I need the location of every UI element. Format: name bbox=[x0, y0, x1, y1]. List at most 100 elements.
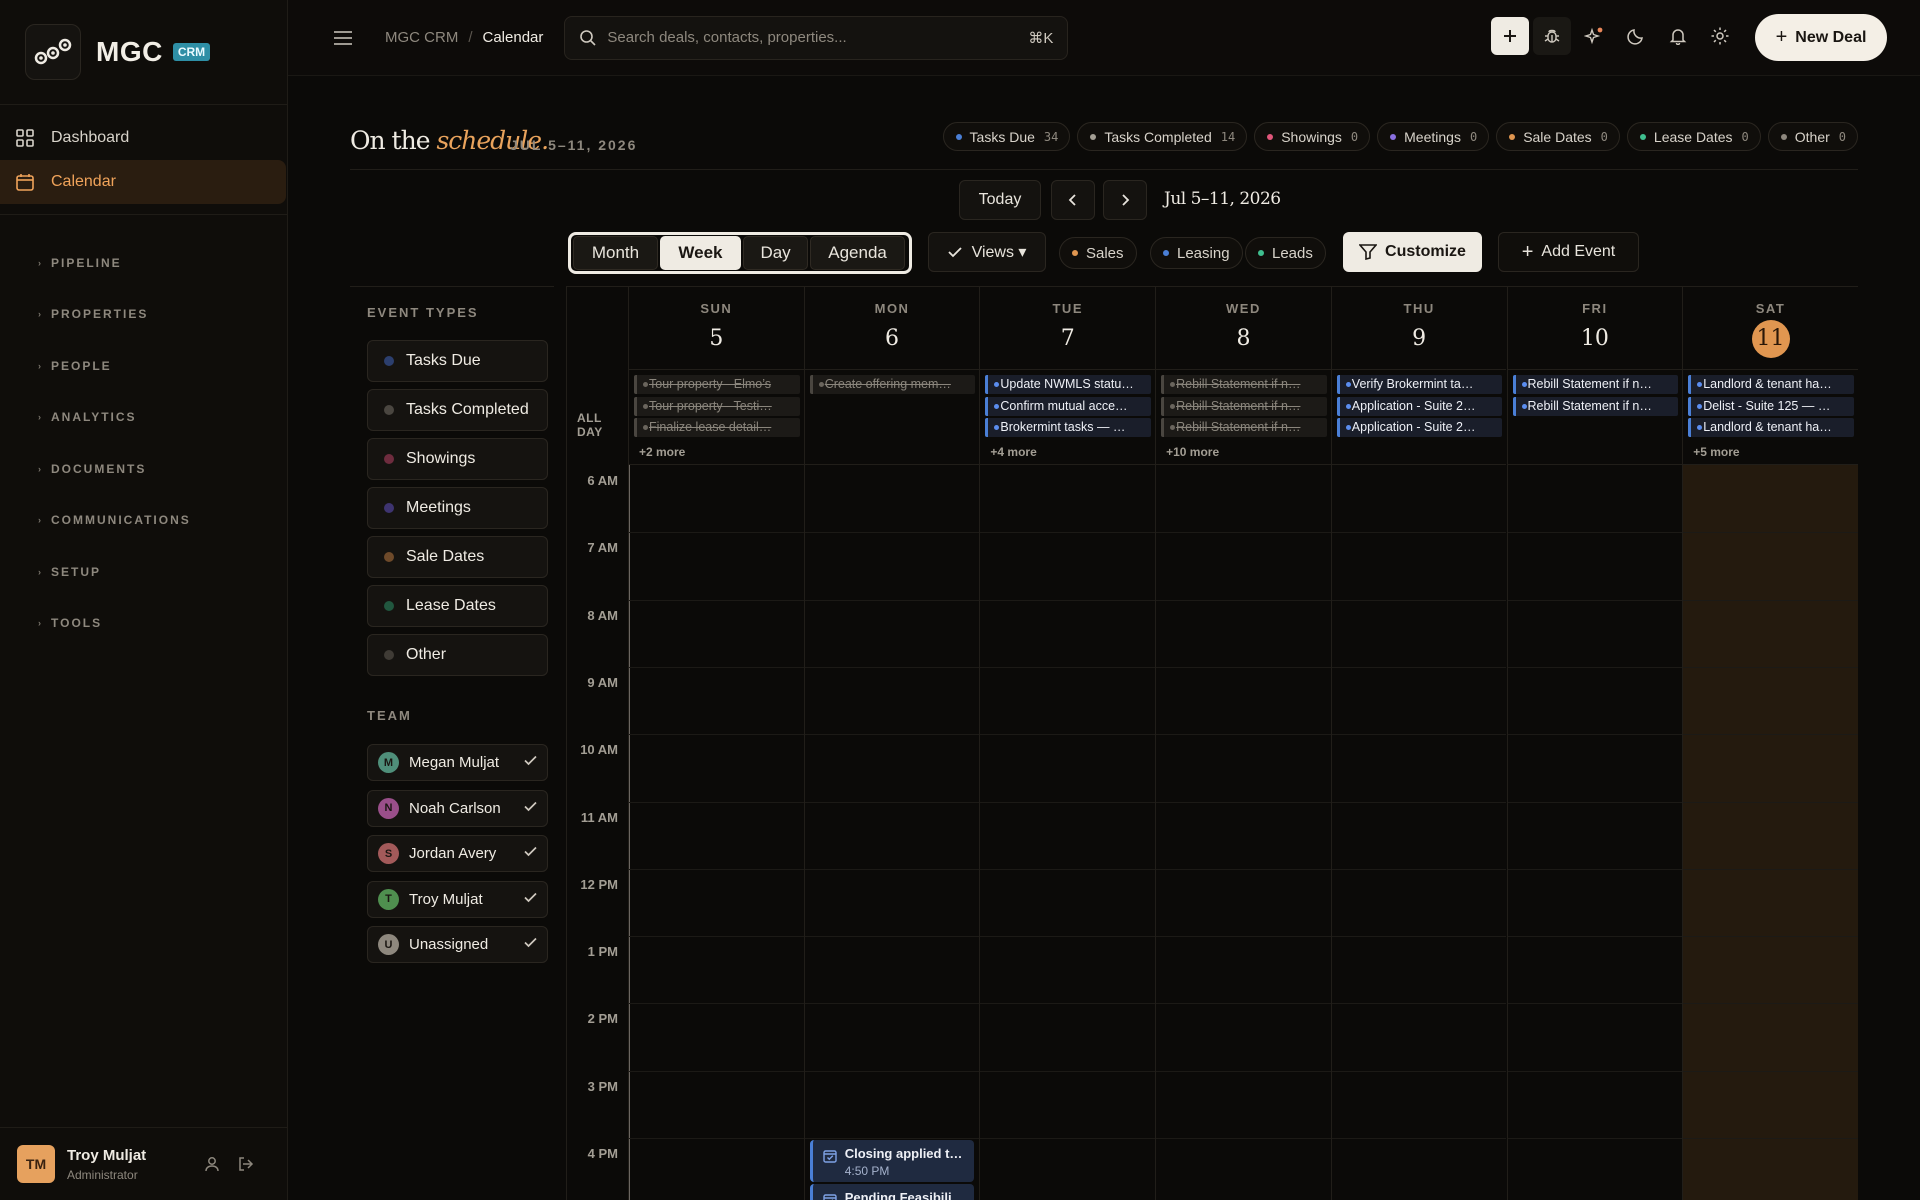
all-day-event[interactable]: Verify Brokermint ta… bbox=[1336, 375, 1503, 394]
day-column-wed[interactable]: WED 8 Rebill Statement if n… Rebill Stateme… bbox=[1155, 287, 1331, 1200]
all-day-event[interactable]: Finalize lease detail… bbox=[634, 418, 800, 437]
event-type-tasks-completed[interactable]: Tasks Completed bbox=[367, 389, 548, 431]
view-agenda-button[interactable]: Agenda bbox=[810, 236, 905, 270]
all-day-event[interactable]: Rebill Statement if n… bbox=[1161, 396, 1327, 416]
notifications-button[interactable] bbox=[1659, 17, 1697, 55]
logout-button[interactable] bbox=[232, 1150, 260, 1178]
all-day-event[interactable]: Landlord & tenant ha… bbox=[1688, 418, 1854, 437]
day-header[interactable]: WED 8 bbox=[1156, 287, 1331, 370]
more-events-link[interactable]: +4 more bbox=[990, 445, 1036, 459]
team-member[interactable]: T Troy Muljat bbox=[367, 880, 548, 918]
all-day-cell[interactable]: Verify Brokermint ta… Application - Suite… bbox=[1331, 370, 1507, 465]
all-day-cell[interactable]: Update NWMLS statu… Confirm mutual acce… B… bbox=[980, 370, 1156, 465]
day-column-mon[interactable]: MON 6 Create offering mem… Closing applied … bbox=[803, 287, 980, 1200]
day-column-sat[interactable]: SAT 11 Landlord & tenant ha… Delist - Suite… bbox=[1682, 287, 1858, 1200]
add-event-button[interactable]: + Add Event bbox=[1498, 232, 1639, 272]
chip-tasks-due[interactable]: Tasks Due 34 bbox=[942, 122, 1071, 151]
profile-button[interactable] bbox=[198, 1150, 226, 1178]
all-day-cell[interactable]: Landlord & tenant ha… Delist - Suite 125 … bbox=[1683, 370, 1858, 465]
all-day-event[interactable]: Application - Suite 2… bbox=[1336, 418, 1503, 437]
all-day-event[interactable]: Rebill Statement if n… bbox=[1512, 375, 1679, 394]
nav-group-properties[interactable]: › PROPERTIES bbox=[0, 289, 287, 341]
chip-lease-dates[interactable]: Lease Dates 0 bbox=[1626, 122, 1761, 151]
timed-event[interactable]: Pending Feasibili… bbox=[809, 1184, 974, 1200]
event-type-meetings[interactable]: Meetings bbox=[367, 487, 548, 529]
all-day-event[interactable]: Create offering mem… bbox=[809, 375, 976, 394]
event-type-showings[interactable]: Showings bbox=[367, 438, 548, 480]
team-member[interactable]: S Jordan Avery bbox=[367, 835, 548, 872]
theme-toggle-button[interactable] bbox=[1617, 17, 1655, 55]
sidebar-item-calendar[interactable]: Calendar bbox=[0, 160, 286, 204]
all-day-cell[interactable]: Tour property - Elmo’s Tour property - Te… bbox=[629, 370, 804, 465]
views-menu-button[interactable]: Views ▾ bbox=[928, 232, 1046, 272]
all-day-event[interactable]: Application - Suite 2… bbox=[1336, 396, 1503, 416]
day-header[interactable]: SAT 11 bbox=[1683, 287, 1858, 370]
nav-group-tools[interactable]: › TOOLS bbox=[0, 598, 287, 650]
avatar[interactable]: TM bbox=[17, 1145, 55, 1183]
team-member[interactable]: M Megan Muljat bbox=[367, 744, 548, 781]
day-header[interactable]: FRI 10 bbox=[1507, 287, 1683, 370]
more-events-link[interactable]: +2 more bbox=[639, 445, 685, 459]
all-day-event[interactable]: Landlord & tenant ha… bbox=[1688, 375, 1854, 394]
menu-button[interactable] bbox=[328, 23, 358, 53]
search-input[interactable]: Search deals, contacts, properties... ⌘K bbox=[564, 15, 1069, 60]
all-day-event[interactable]: Brokermint tasks — … bbox=[985, 418, 1152, 437]
day-column-sun[interactable]: SUN 5 Tour property - Elmo’s Tour property … bbox=[628, 287, 804, 1200]
nav-group-documents[interactable]: › DOCUMENTS bbox=[0, 443, 287, 495]
team-member[interactable]: U Unassigned bbox=[367, 926, 548, 963]
nav-group-pipeline[interactable]: › PIPELINE bbox=[0, 237, 287, 289]
all-day-event[interactable]: Confirm mutual acce… bbox=[985, 396, 1152, 416]
more-events-link[interactable]: +5 more bbox=[1693, 445, 1739, 459]
sidebar-item-dashboard[interactable]: Dashboard bbox=[0, 116, 287, 160]
all-day-event[interactable]: Tour property - Elmo’s bbox=[634, 375, 800, 394]
event-type-sale-dates[interactable]: Sale Dates bbox=[367, 536, 548, 578]
all-day-event[interactable]: Rebill Statement if n… bbox=[1161, 375, 1327, 394]
day-header[interactable]: SUN 5 bbox=[629, 287, 804, 370]
new-deal-button[interactable]: + New Deal bbox=[1755, 14, 1887, 61]
all-day-cell[interactable]: Rebill Statement if n… Rebill Statement i… bbox=[1507, 370, 1683, 465]
nav-group-analytics[interactable]: › ANALYTICS bbox=[0, 392, 287, 444]
chip-other[interactable]: Other 0 bbox=[1767, 122, 1858, 151]
filter-pill-leads[interactable]: Leads bbox=[1245, 237, 1326, 269]
chip-tasks-completed[interactable]: Tasks Completed 14 bbox=[1077, 122, 1248, 151]
day-column-tue[interactable]: TUE 7 Update NWMLS statu… Confirm mutual ac… bbox=[979, 287, 1156, 1200]
debug-button[interactable] bbox=[1533, 17, 1571, 55]
day-column-thu[interactable]: THU 9 Verify Brokermint ta… Application - S… bbox=[1330, 287, 1507, 1200]
all-day-cell[interactable]: Rebill Statement if n… Rebill Statement i… bbox=[1156, 370, 1331, 465]
filter-pill-leasing[interactable]: Leasing bbox=[1150, 237, 1243, 269]
day-column-fri[interactable]: FRI 10 Rebill Statement if n… Rebill Statem… bbox=[1506, 287, 1683, 1200]
previous-week-button[interactable] bbox=[1051, 180, 1095, 220]
team-member[interactable]: N Noah Carlson bbox=[367, 789, 548, 827]
chip-sale-dates[interactable]: Sale Dates 0 bbox=[1496, 122, 1620, 151]
all-day-cell[interactable]: Create offering mem… bbox=[804, 370, 980, 465]
nav-group-communications[interactable]: › COMMUNICATIONS bbox=[0, 495, 287, 547]
event-type-tasks-due[interactable]: Tasks Due bbox=[367, 340, 548, 382]
chip-meetings[interactable]: Meetings 0 bbox=[1377, 122, 1490, 151]
quick-add-button[interactable] bbox=[1491, 17, 1529, 55]
all-day-event[interactable]: Tour property - Testi… bbox=[634, 396, 800, 416]
more-events-link[interactable]: +10 more bbox=[1166, 445, 1219, 459]
day-header[interactable]: THU 9 bbox=[1331, 287, 1507, 370]
event-type-other[interactable]: Other bbox=[367, 634, 548, 676]
today-button[interactable]: Today bbox=[959, 180, 1041, 220]
breadcrumb-root[interactable]: MGC CRM bbox=[385, 29, 458, 46]
day-header[interactable]: MON 6 bbox=[804, 287, 980, 370]
all-day-event[interactable]: Update NWMLS statu… bbox=[985, 375, 1152, 394]
nav-group-people[interactable]: › PEOPLE bbox=[0, 340, 287, 392]
all-day-event[interactable]: Delist - Suite 125 — … bbox=[1688, 396, 1854, 416]
nav-group-setup[interactable]: › SETUP bbox=[0, 546, 287, 598]
customize-button[interactable]: Customize bbox=[1343, 232, 1482, 272]
ai-assistant-button[interactable] bbox=[1575, 17, 1613, 55]
view-week-button[interactable]: Week bbox=[659, 236, 741, 270]
event-type-lease-dates[interactable]: Lease Dates bbox=[367, 585, 548, 627]
filter-pill-sales[interactable]: Sales bbox=[1059, 237, 1137, 269]
view-month-button[interactable]: Month bbox=[573, 236, 658, 270]
timed-event[interactable]: Closing applied t… 4:50 PM bbox=[809, 1140, 974, 1182]
all-day-event[interactable]: Rebill Statement if n… bbox=[1161, 418, 1327, 437]
chip-showings[interactable]: Showings 0 bbox=[1254, 122, 1371, 151]
day-header[interactable]: TUE 7 bbox=[980, 287, 1156, 370]
settings-button[interactable] bbox=[1701, 17, 1739, 55]
next-week-button[interactable] bbox=[1103, 180, 1147, 220]
all-day-event[interactable]: Rebill Statement if n… bbox=[1512, 396, 1679, 416]
view-day-button[interactable]: Day bbox=[742, 236, 809, 270]
